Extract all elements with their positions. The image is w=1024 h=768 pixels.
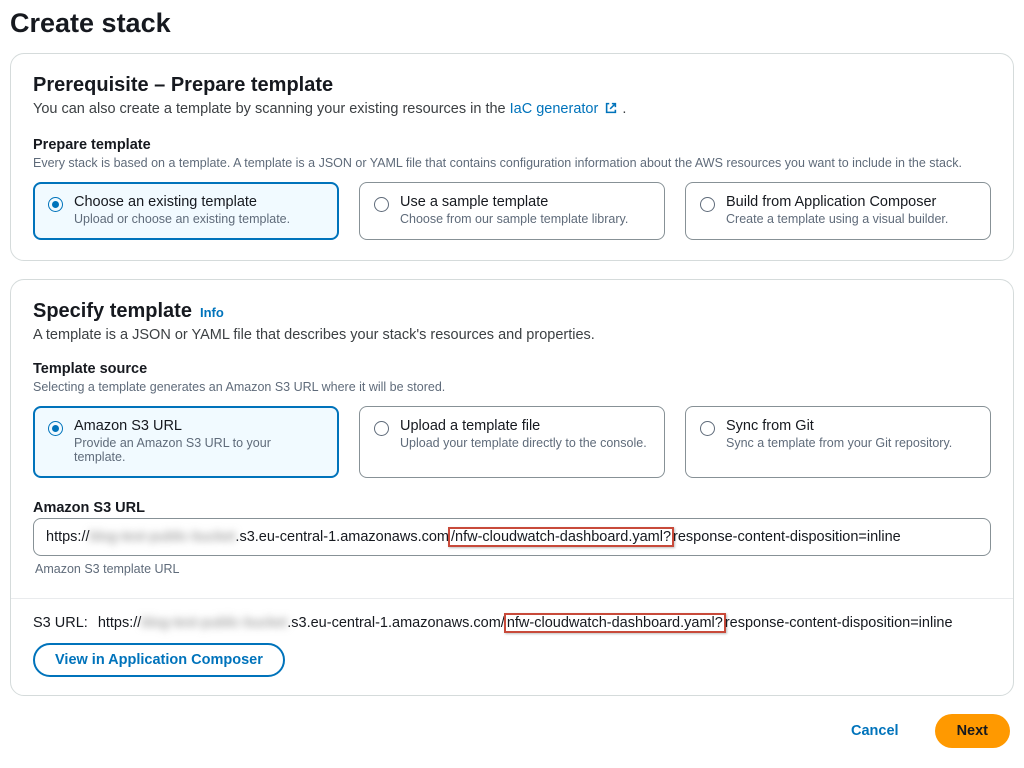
prepare-template-options: Choose an existing template Upload or ch… [33,182,991,240]
prerequisite-desc: You can also create a template by scanni… [33,101,991,119]
option-title: Amazon S3 URL [74,418,324,434]
action-row: Cancel Next [10,714,1014,748]
url-highlighted-filename: nfw-cloudwatch-dashboard.yaml? [504,613,726,633]
option-sub: Choose from our sample template library. [400,212,628,226]
option-build-from-application-composer[interactable]: Build from Application Composer Create a… [685,182,991,240]
url-part: response-content-disposition=inline [673,529,901,545]
option-title: Build from Application Composer [726,194,948,210]
option-use-sample-template[interactable]: Use a sample template Choose from our sa… [359,182,665,240]
external-link-icon [604,101,618,119]
url-highlighted-filename: /nfw-cloudwatch-dashboard.yaml? [448,527,674,547]
option-upload-template-file[interactable]: Upload a template file Upload your templ… [359,406,665,478]
prerequisite-heading: Prerequisite – Prepare template [33,74,991,97]
prerequisite-heading-text: Prerequisite – Prepare template [33,74,333,97]
specify-template-heading: Specify template Info [33,300,991,323]
option-title: Choose an existing template [74,194,290,210]
specify-panel-footer: S3 URL: https://blog-test-public-bucket.… [11,598,1013,695]
option-sub: Provide an Amazon S3 URL to your templat… [74,436,324,464]
next-button[interactable]: Next [935,714,1010,748]
specify-template-panel: Specify template Info A template is a JS… [10,279,1014,696]
radio-icon [700,197,715,212]
option-title: Use a sample template [400,194,628,210]
template-source-label: Template source [33,361,991,377]
prepare-template-label: Prepare template [33,137,991,153]
amazon-s3-url-input[interactable]: https://blog-test-public-bucket.s3.eu-ce… [33,518,991,556]
iac-generator-link-text: IaC generator [510,101,599,117]
url-part: https:// [98,615,142,631]
s3-url-display: S3 URL: https://blog-test-public-bucket.… [33,613,991,633]
option-choose-existing-template[interactable]: Choose an existing template Upload or ch… [33,182,339,240]
prereq-desc-prefix: You can also create a template by scanni… [33,101,510,117]
url-part-redacted: blog-test-public-bucket [90,529,236,545]
url-part: .s3.eu-central-1.amazonaws.com [235,529,449,545]
s3-url-display-value: https://blog-test-public-bucket.s3.eu-ce… [98,613,953,633]
prepare-template-help: Every stack is based on a template. A te… [33,155,991,172]
radio-icon [374,421,389,436]
s3-url-display-label: S3 URL: [33,615,88,631]
specify-template-desc: A template is a JSON or YAML file that d… [33,327,991,343]
template-source-help: Selecting a template generates an Amazon… [33,379,991,396]
radio-icon [48,421,63,436]
option-sub: Create a template using a visual builder… [726,212,948,226]
option-sub: Upload or choose an existing template. [74,212,290,226]
option-sub: Upload your template directly to the con… [400,436,647,450]
radio-icon [48,197,63,212]
option-title: Upload a template file [400,418,647,434]
url-part-redacted: blog-test-public-bucket [141,615,287,631]
url-part: .s3.eu-central-1.amazonaws.com/ [287,615,505,631]
specify-template-heading-text: Specify template [33,300,192,323]
option-sub: Sync a template from your Git repository… [726,436,952,450]
option-title: Sync from Git [726,418,952,434]
url-part: response-content-disposition=inline [725,615,953,631]
option-amazon-s3-url[interactable]: Amazon S3 URL Provide an Amazon S3 URL t… [33,406,339,478]
prereq-desc-suffix: . [622,101,626,117]
prerequisite-panel: Prerequisite – Prepare template You can … [10,53,1014,261]
amazon-s3-url-help: Amazon S3 template URL [35,562,991,576]
radio-icon [374,197,389,212]
cancel-button[interactable]: Cancel [829,714,921,748]
info-link[interactable]: Info [200,305,224,320]
url-part: https:// [46,529,90,545]
option-sync-from-git[interactable]: Sync from Git Sync a template from your … [685,406,991,478]
page-title: Create stack [10,8,1014,39]
view-in-application-composer-button[interactable]: View in Application Composer [33,643,285,677]
template-source-options: Amazon S3 URL Provide an Amazon S3 URL t… [33,406,991,478]
radio-icon [700,421,715,436]
amazon-s3-url-label: Amazon S3 URL [33,500,991,516]
iac-generator-link[interactable]: IaC generator [510,101,623,117]
